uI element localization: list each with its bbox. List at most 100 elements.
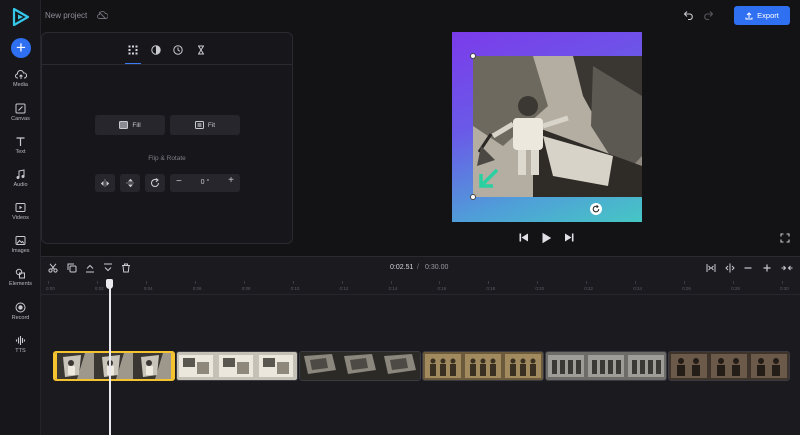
rotate-handle[interactable] [590,203,602,215]
play-icon[interactable] [541,232,552,244]
sidebar-item-tts[interactable]: TTS [0,335,41,354]
ruler-tick-label: 0:20 [535,286,545,291]
video-clip-5[interactable] [545,351,667,381]
rotation-increase-button[interactable]: + [228,175,234,186]
zoom-in-icon[interactable] [762,263,772,273]
fit-button[interactable]: Fit [170,115,240,135]
duplicate-icon[interactable] [67,263,77,273]
properties-panel: Fill Fit Flip & Rotate − 0 ° + [41,32,293,244]
fullscreen-icon[interactable] [780,233,790,243]
split-view-icon[interactable] [725,263,735,273]
sidebar-item-media[interactable]: Media [0,70,41,88]
trash-icon[interactable] [121,263,131,273]
tab-crop[interactable] [125,42,141,58]
tab-speed[interactable] [170,42,186,58]
left-sidebar: + Media Canvas Text Audio Videos Images … [0,0,41,435]
add-media-button[interactable]: + [11,38,31,58]
resize-handle-bottom-left[interactable] [470,194,476,200]
tab-timing[interactable] [193,42,209,58]
ruler-tick-label: 0:24 [633,286,642,291]
time-separator: / [417,264,419,271]
sidebar-item-label: Videos [12,215,29,221]
fit-icon [194,121,204,129]
clip-thumbnails [177,352,297,380]
tab-adjust[interactable] [148,42,164,58]
timeline-ruler[interactable]: 0:00 0:02 0:04 0:06 0:08 0:10 0:12 0:14 0:16 0:18… [41,281,800,295]
cloud-sync-icon [97,11,108,20]
zoom-out-icon[interactable] [743,263,753,273]
video-clip-3[interactable] [299,351,421,381]
sidebar-item-canvas[interactable]: Canvas [0,103,41,122]
music-note-icon [16,169,25,179]
waveform-icon [15,336,26,345]
clip-thumbnails [546,352,666,380]
video-clip-6[interactable] [668,351,790,381]
sidebar-item-record[interactable]: Record [0,302,41,321]
ruler-tick-label: 0:10 [290,286,300,291]
sidebar-item-audio[interactable]: Audio [0,169,41,188]
sidebar-item-label: Text [15,149,26,155]
fill-label: Fill [132,121,141,129]
ruler-tick-label: 0:16 [437,286,447,291]
scissors-icon[interactable] [48,263,58,273]
ruler-tick-mark [341,281,343,284]
sidebar-item-videos[interactable]: Videos [0,202,41,221]
ruler-tick-label: 0:28 [731,286,740,291]
collapse-icon[interactable] [781,263,793,273]
flip-vertical-button[interactable] [120,174,140,192]
skip-forward-icon[interactable] [564,232,575,243]
playhead[interactable] [109,279,111,435]
video-clip-4[interactable] [422,351,544,381]
rotation-stepper[interactable]: − 0 ° + [170,174,240,192]
skip-back-icon[interactable] [518,232,529,243]
app-logo-icon[interactable] [11,7,31,27]
clip-thumbnails [55,353,173,379]
move-up-icon[interactable] [85,263,95,273]
ruler-tick-mark [292,281,294,284]
fit-timeline-icon[interactable] [706,263,716,273]
resize-handle-top-left[interactable] [470,53,476,59]
redo-icon[interactable] [703,10,714,20]
flip-horizontal-icon [100,179,110,187]
move-down-icon[interactable] [103,263,113,273]
clip-thumbnails [300,352,420,380]
total-duration: 0:30.00 [425,264,449,271]
cloud-upload-icon [14,70,27,79]
fill-button[interactable]: Fill [95,115,165,135]
ruler-tick-label: 0:06 [192,286,202,291]
ruler-tick-label: 0:30 [780,286,789,291]
ruler-tick-label: 0:02 [94,286,104,291]
export-button[interactable]: Export [734,6,790,25]
ruler-tick-mark [96,281,98,284]
ruler-tick-mark [194,281,196,284]
shapes-icon [15,268,25,279]
flip-vertical-icon [126,178,134,188]
flip-rotate-heading: Flip & Rotate [148,155,186,162]
ruler-tick-mark [635,281,637,284]
sidebar-item-label: Audio [13,182,28,188]
sidebar-item-elements[interactable]: Elements [0,268,41,287]
sidebar-item-text[interactable]: Text [0,136,41,155]
sidebar-item-images[interactable]: Images [0,235,41,254]
undo-icon[interactable] [683,10,694,20]
ruler-tick-label: 0:14 [388,286,398,291]
sidebar-item-label: TTS [15,348,26,354]
record-icon [15,302,26,313]
flip-horizontal-button[interactable] [95,174,115,192]
timing-tab-icon [198,45,204,55]
video-clip-1[interactable] [53,351,175,381]
playhead-handle[interactable] [106,279,114,289]
sidebar-item-label: Canvas [11,116,30,122]
ruler-tick-label: 0:12 [339,286,349,291]
ruler-tick-label: 0:08 [241,286,251,291]
export-label: Export [757,11,779,20]
ruler-tick-label: 0:22 [584,286,594,291]
project-title[interactable]: New project [45,11,87,20]
rotate-button[interactable] [145,174,165,192]
ruler-tick-mark [243,281,245,284]
text-icon [16,137,25,146]
rotate-icon [150,178,160,187]
selected-photo[interactable] [473,56,642,197]
upload-icon [745,11,753,19]
video-clip-2[interactable] [176,351,298,381]
